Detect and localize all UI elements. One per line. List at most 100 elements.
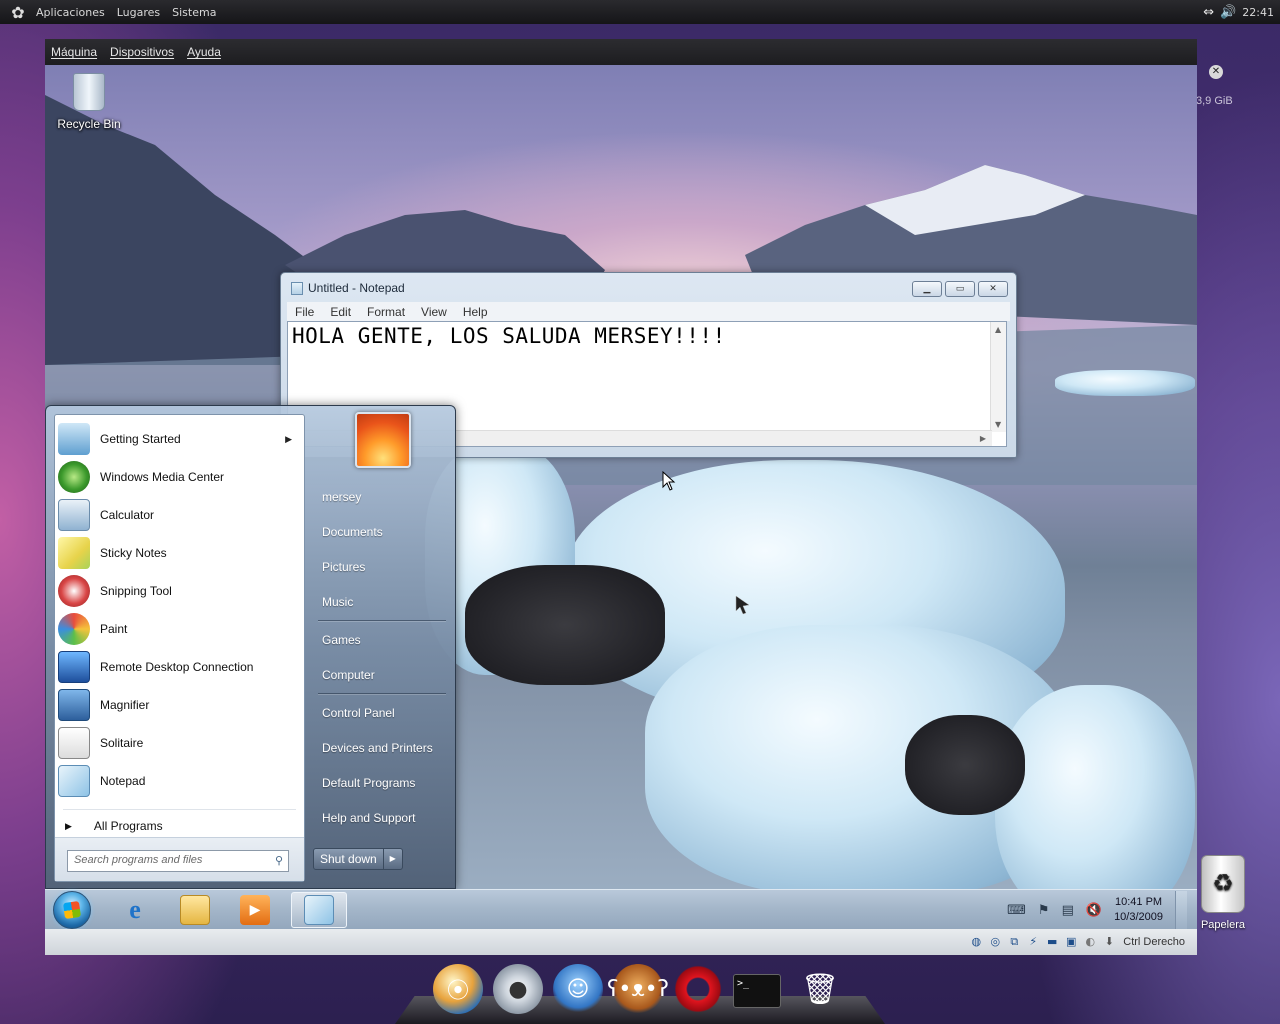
shared-folders-icon[interactable]: ▬ [1045,935,1059,949]
action-center-flag-icon[interactable]: ⚑ [1038,903,1050,918]
notepad-title-icon [291,281,303,295]
wallpaper-rocks-1 [465,565,665,685]
program-solitaire[interactable]: Solitaire [55,725,304,761]
search-icon[interactable]: ⚲ [275,854,283,867]
place-default-programs[interactable]: Default Programs [322,776,415,790]
shutdown-button[interactable]: Shut down [314,849,384,869]
volume-icon[interactable]: 🔊 [1220,5,1236,20]
taskbar-notepad[interactable] [291,892,347,928]
separator [318,620,446,621]
place-user[interactable]: mersey [322,490,361,504]
place-help-and-support[interactable]: Help and Support [322,811,415,825]
show-desktop-button[interactable] [1175,891,1187,929]
host-pointer-icon [735,595,750,615]
usb-icon[interactable]: ⚡ [1026,935,1040,949]
menu-file[interactable]: File [287,305,322,319]
menu-ayuda[interactable]: Ayuda [187,45,221,59]
taskbar-explorer[interactable] [167,892,223,928]
windows-logo-icon [62,900,82,920]
menu-sistema[interactable]: Sistema [166,6,222,19]
menu-maquina[interactable]: Máquina [51,45,97,59]
virtualization-icon[interactable]: ◐ [1083,935,1097,949]
network-adapter-icon[interactable]: ⧉ [1007,935,1021,949]
gnome-foot-icon[interactable]: ✿ [6,0,30,24]
program-remote-desktop[interactable]: Remote Desktop Connection [55,649,304,685]
taskbar: e ▶ ⌨ ⚑ ▤ 🔇 10:41 PM 10/3/2009 [45,889,1197,929]
volume-muted-icon[interactable]: 🔇 [1086,903,1102,918]
search-input[interactable]: Search programs and files ⚲ [67,850,289,872]
place-pictures[interactable]: Pictures [322,560,365,574]
program-sticky-notes[interactable]: Sticky Notes [55,535,304,571]
internet-explorer-icon: e [129,895,141,924]
dock-bear-icon[interactable]: ʕ•ᴥ•ʔ [607,964,669,1014]
dock-opera-icon[interactable] [673,964,723,1014]
menu-view[interactable]: View [413,305,455,319]
close-button[interactable]: ✕ [978,281,1008,297]
host-trash[interactable]: ♻ Papelera [1192,855,1254,931]
sticky-notes-icon [58,537,90,569]
menu-dispositivos[interactable]: Dispositivos [110,45,174,59]
recycle-bin-icon [73,73,105,111]
dock-disc-icon[interactable]: ● [493,964,543,1014]
scroll-right-icon[interactable]: ▶ [980,434,986,443]
media-player-icon: ▶ [240,895,270,925]
place-music[interactable]: Music [322,595,353,609]
keyboard-icon[interactable]: ⌨ [1007,903,1026,918]
scroll-up-icon[interactable]: ▲ [995,325,1001,334]
vbox-close-icon[interactable]: ✕ [1209,65,1223,79]
clock-time: 10:41 PM [1114,896,1163,908]
program-windows-media-center[interactable]: Windows Media Center [55,459,304,495]
mouse-integration-icon[interactable]: ⬇ [1102,935,1116,949]
notepad-titlebar[interactable]: Untitled - Notepad [291,281,405,295]
notepad-icon [58,765,90,797]
scroll-down-icon[interactable]: ▼ [995,420,1001,429]
taskbar-clock[interactable]: 10:41 PM 10/3/2009 [1114,895,1163,925]
program-getting-started[interactable]: Getting Started ▶ [55,421,304,457]
paint-icon [58,613,90,645]
mouse-pointer-icon [662,471,676,491]
search-area: Search programs and files ⚲ [55,837,304,881]
host-clock[interactable]: 22:41 [1242,6,1274,19]
menu-format[interactable]: Format [359,305,413,319]
display-icon[interactable]: ▣ [1064,935,1078,949]
program-calculator[interactable]: Calculator [55,497,304,533]
menu-aplicaciones[interactable]: Aplicaciones [30,6,111,19]
dock-web-browser-icon[interactable]: ⦿ [433,964,483,1014]
notepad-icon [304,895,334,925]
optical-drive-icon[interactable]: ◎ [988,935,1002,949]
network-icon[interactable]: ⇔ [1203,5,1214,20]
dock-trash-icon[interactable]: 🗑 [795,964,845,1014]
place-devices-and-printers[interactable]: Devices and Printers [322,741,433,755]
virtualbox-window: Máquina Dispositivos Ayuda ✕ Recycle Bin [45,39,1223,955]
place-computer[interactable]: Computer [322,668,375,682]
user-picture[interactable] [355,412,411,468]
dock-mascot-icon[interactable]: ☺ [553,964,603,1014]
taskbar-internet-explorer[interactable]: e [107,892,163,928]
program-notepad[interactable]: Notepad [55,763,304,799]
place-games[interactable]: Games [322,633,361,647]
notepad-title: Untitled - Notepad [308,281,405,295]
menu-help[interactable]: Help [455,305,496,319]
place-documents[interactable]: Documents [322,525,383,539]
shutdown-options-icon[interactable]: ▶ [384,849,402,869]
place-control-panel[interactable]: Control Panel [322,706,395,720]
all-programs-arrow-icon: ▶ [65,820,72,831]
menu-lugares[interactable]: Lugares [111,6,166,19]
maximize-button[interactable]: ▭ [945,281,975,297]
program-magnifier[interactable]: Magnifier [55,687,304,723]
program-snipping-tool[interactable]: Snipping Tool [55,573,304,609]
dock-terminal-icon[interactable]: >_ [733,974,781,1008]
all-programs[interactable]: ▶ All Programs [65,819,163,833]
host-disk-label: 3,9 GiB [1196,95,1233,107]
hard-disk-icon[interactable]: ◍ [969,935,983,949]
separator [318,693,446,694]
start-button[interactable] [53,891,91,929]
recycle-bin[interactable]: Recycle Bin [51,73,127,131]
network-icon[interactable]: ▤ [1062,903,1074,918]
menu-edit[interactable]: Edit [322,305,359,319]
program-paint[interactable]: Paint [55,611,304,647]
vertical-scrollbar[interactable]: ▲ ▼ [990,322,1006,432]
minimize-button[interactable]: ▁ [912,281,942,297]
taskbar-media-player[interactable]: ▶ [227,892,283,928]
folder-icon [180,895,210,925]
